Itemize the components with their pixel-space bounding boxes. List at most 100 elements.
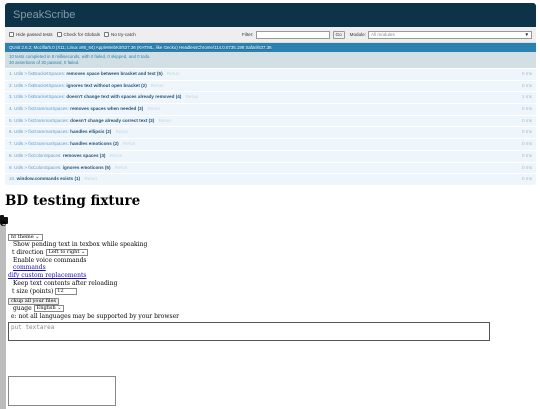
- secondary-textarea[interactable]: [8, 376, 116, 406]
- direction-select-value: Left to right: [48, 249, 80, 255]
- test-row[interactable]: 3. Utils > fixBracketSpaces: doesn't cha…: [5, 92, 536, 105]
- rerun-link[interactable]: Rerun: [151, 83, 164, 88]
- test-duration: 0 ms: [522, 152, 532, 158]
- keep-text-label: Keep text contents after reloading: [13, 280, 118, 287]
- theme-row: ht theme ⌄: [8, 234, 43, 241]
- test-result-line: 30 assertions of 30 passed, 0 failed.: [9, 59, 80, 65]
- test-module: Utils > fixGrammarSpaces:: [14, 141, 69, 147]
- test-duration: 0 ms: [522, 129, 532, 135]
- side-scrollbar[interactable]: [0, 219, 6, 409]
- test-number: 9.: [9, 164, 13, 170]
- test-duration: 0 ms: [522, 106, 532, 112]
- language-row: guage English ⌄: [13, 305, 65, 312]
- checkbox-box[interactable]: [104, 32, 110, 37]
- test-module: Utils > fixBracketSpaces:: [14, 82, 66, 88]
- test-counts: (2): [141, 82, 147, 88]
- test-name[interactable]: window.commands exists: [17, 176, 74, 181]
- language-note: e: not all languages may be supported by…: [11, 313, 180, 320]
- test-row[interactable]: 9. Utils > fixColonSpaces: ignores emoti…: [5, 162, 536, 175]
- font-size-row: t size (points) 12: [12, 288, 78, 295]
- test-duration: 0 ms: [522, 141, 532, 147]
- rerun-link[interactable]: Rerun: [148, 106, 161, 111]
- options-heading: e: [0, 218, 7, 229]
- hide-passed-checkbox[interactable]: Hide passed tests: [9, 32, 53, 37]
- rerun-link[interactable]: Rerun: [110, 153, 123, 158]
- theme-select-value: ht theme: [11, 234, 34, 240]
- test-name[interactable]: ignores emoticons: [63, 165, 104, 170]
- test-result-summary: 10 tests completed in 8 milliseconds, wi…: [5, 52, 536, 69]
- test-counts: (2): [105, 129, 112, 135]
- options-panel: e ht theme ⌄ Show pending text in texbox…: [0, 215, 506, 409]
- go-button[interactable]: Go: [332, 30, 345, 39]
- checkbox-box[interactable]: [56, 32, 62, 37]
- qunit-toolbar: Hide passed tests Check for Globals No t…: [5, 27, 536, 43]
- rerun-link[interactable]: Rerun: [115, 165, 128, 170]
- test-name[interactable]: doesn't change text with spaces already …: [66, 94, 174, 99]
- test-duration: 0 ms: [522, 71, 532, 76]
- rerun-link[interactable]: Rerun: [123, 141, 136, 146]
- test-name[interactable]: removes space between bracket and text: [66, 71, 155, 76]
- test-module: Utils > fixBracketSpaces:: [14, 71, 66, 76]
- check-globals-label: Check for Globals: [63, 32, 101, 37]
- rerun-link[interactable]: Rerun: [186, 94, 199, 99]
- page-title[interactable]: SpeakScribe: [13, 9, 75, 21]
- test-number: 3.: [9, 94, 13, 100]
- test-module: Utils > fixBracketSpaces:: [14, 94, 66, 100]
- test-row[interactable]: 10. window.commands exists (1) Rerun 0 m…: [5, 174, 536, 186]
- language-note-row: e: not all languages may be supported by…: [11, 313, 179, 320]
- textarea-placeholder: put textarea: [11, 324, 55, 331]
- test-row[interactable]: 5. Utils > fixGrammarSpaces: doesn't cha…: [5, 115, 536, 128]
- theme-select[interactable]: ht theme ⌄: [8, 234, 43, 241]
- test-duration: 0 ms: [522, 117, 532, 123]
- test-module: Utils > fixGrammarSpaces:: [14, 117, 69, 123]
- test-counts: (5): [104, 164, 111, 170]
- chevron-down-icon: ▼: [524, 32, 529, 37]
- user-agent-bar: QUnit 2.6.2; Mozilla/5.0 (X11; Linux x86…: [5, 43, 536, 52]
- test-row[interactable]: 1. Utils > fixBracketSpaces: removes spa…: [5, 69, 536, 81]
- test-duration: 0 ms: [522, 82, 532, 88]
- test-module: Utils > fixColonSpaces:: [14, 152, 62, 158]
- test-name[interactable]: handles emoticons: [70, 141, 112, 146]
- test-counts: (4): [175, 94, 182, 100]
- test-number: 5.: [9, 117, 13, 123]
- direction-row: t direction Left to right ⌄: [12, 249, 89, 256]
- test-name[interactable]: ignores text without open bracket: [66, 83, 140, 88]
- rerun-link[interactable]: Rerun: [167, 71, 180, 76]
- font-size-label: t size (points): [12, 288, 54, 295]
- test-counts: (3): [137, 106, 144, 112]
- test-duration: 0 ms: [522, 176, 532, 182]
- keep-text-row: Keep text contents after reloading: [13, 280, 117, 287]
- module-select[interactable]: All modules ▼: [368, 30, 532, 39]
- direction-label: t direction: [12, 249, 44, 256]
- test-row[interactable]: 4. Utils > fixGrammarSpaces: removes spa…: [5, 104, 536, 116]
- rerun-link[interactable]: Rerun: [84, 176, 97, 181]
- checkbox-box[interactable]: [9, 32, 14, 37]
- language-select[interactable]: English ⌄: [33, 305, 65, 312]
- test-row[interactable]: 2. Utils > fixBracketSpaces: ignores tex…: [5, 80, 536, 93]
- custom-replacements-link[interactable]: dify custom replacements: [8, 272, 86, 279]
- no-try-catch-checkbox[interactable]: No try-catch: [104, 32, 136, 37]
- test-name[interactable]: removes spaces: [63, 153, 99, 158]
- test-row[interactable]: 8. Utils > fixColonSpaces: removes space…: [5, 150, 536, 163]
- check-globals-checkbox[interactable]: Check for Globals: [56, 32, 101, 37]
- test-duration: 0 ms: [522, 164, 532, 170]
- custom-replacements-row: dify custom replacements: [8, 272, 86, 279]
- backup-button[interactable]: ckup all your files: [8, 298, 60, 305]
- hide-passed-label: Hide passed tests: [16, 32, 53, 37]
- input-textarea[interactable]: put textarea: [8, 322, 490, 341]
- language-label: guage: [13, 305, 32, 312]
- font-size-input[interactable]: 12: [55, 288, 78, 295]
- test-name[interactable]: doesn't change already correct text: [70, 118, 147, 123]
- direction-select[interactable]: Left to right ⌄: [45, 249, 89, 256]
- module-select-value: All modules: [371, 32, 395, 37]
- enable-voice-label: Enable voice commands: [13, 257, 87, 264]
- commands-link[interactable]: commands: [13, 264, 46, 271]
- test-name[interactable]: removes spaces when needed: [70, 106, 136, 111]
- test-row[interactable]: 7. Utils > fixGrammarSpaces: handles emo…: [5, 139, 536, 151]
- show-pending-row: Show pending text in texbox while speaki…: [13, 241, 147, 248]
- test-name[interactable]: handles ellipsis: [70, 129, 104, 134]
- filter-input[interactable]: [255, 30, 330, 39]
- rerun-link[interactable]: Rerun: [159, 118, 172, 123]
- rerun-link[interactable]: Rerun: [116, 129, 129, 134]
- test-row[interactable]: 6. Utils > fixGrammarSpaces: handles ell…: [5, 127, 536, 140]
